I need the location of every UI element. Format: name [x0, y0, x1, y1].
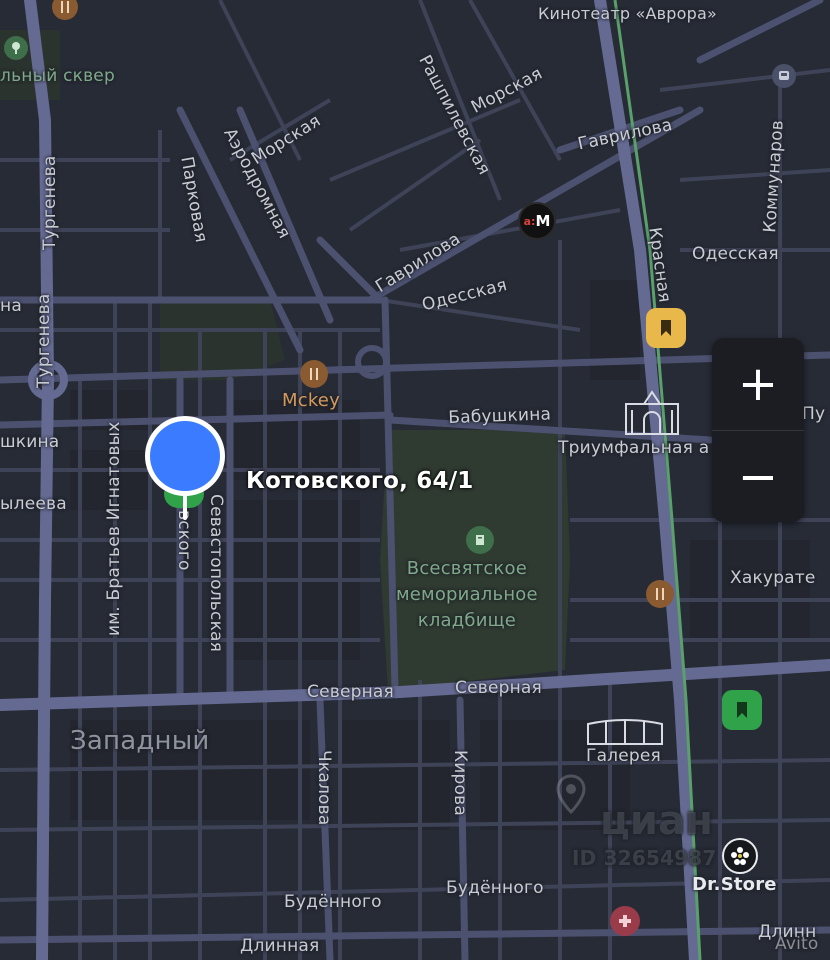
- label-dlinnaya-1: Длинная: [240, 936, 320, 956]
- label-kirova: Кирова: [450, 750, 470, 816]
- metro-badge-icon[interactable]: a: М: [518, 202, 556, 240]
- label-severnaya-2: Северная: [455, 678, 542, 698]
- label-pu: Пу: [802, 404, 826, 424]
- restaurant-icon-khakurate[interactable]: [646, 580, 674, 608]
- bookmark-yellow-icon[interactable]: [646, 308, 686, 348]
- watermark-avito: Avito: [775, 934, 819, 954]
- label-skver: льный сквер: [0, 66, 115, 86]
- pharmacy-icon[interactable]: [610, 906, 640, 936]
- label-severnaya-1: Северная: [307, 682, 394, 702]
- watermark-cian-brand: циан: [600, 798, 714, 844]
- memorial-book-icon[interactable]: [466, 526, 494, 554]
- dr-store-flower-icon[interactable]: [722, 838, 758, 874]
- watermark-cian-id: ID 32654987: [572, 846, 717, 870]
- label-galereya: Галерея: [586, 746, 661, 766]
- label-khakurate: Хакурате: [730, 568, 816, 588]
- park-tree-icon[interactable]: [4, 36, 28, 60]
- label-budennogo-2: Будённого: [446, 878, 544, 898]
- label-chkalova: Чкалова: [314, 750, 334, 826]
- label-na-left: на: [0, 296, 22, 316]
- label-babushkina: Бабушкина: [448, 404, 552, 428]
- zoom-in-button[interactable]: +: [712, 338, 804, 430]
- gallery-mall-icon[interactable]: [586, 716, 664, 746]
- label-kinoteatr-avrora: Кинотеатр «Аврора»: [538, 4, 717, 23]
- label-yleeva: ылеева: [0, 494, 67, 514]
- label-ignatovykh: им. Братьев Игнатовых: [104, 421, 124, 636]
- label-turgeneva-mid: Тургенева: [34, 293, 54, 388]
- triumphal-arch-icon[interactable]: [620, 390, 684, 438]
- zoom-out-button[interactable]: −: [712, 431, 804, 522]
- cian-watermark-pin-icon: [556, 774, 586, 814]
- label-triumfalnaya: Триумфальная а: [558, 438, 710, 458]
- zoom-control: + −: [712, 338, 804, 522]
- label-babushkina-left: шкина: [0, 432, 60, 452]
- label-odesskaya-2: Одесская: [692, 244, 779, 264]
- location-pin-icon[interactable]: [142, 414, 228, 522]
- bookmark-green-icon[interactable]: [722, 690, 762, 730]
- label-cemetery[interactable]: Всесвятское мемориальное кладбище: [396, 556, 538, 634]
- map-canvas[interactable]: Кинотеатр «Аврора» льный сквер Тургенева…: [0, 0, 830, 960]
- restaurant-icon-mckey[interactable]: [300, 360, 328, 388]
- selected-address-label: Котовского, 64/1: [246, 468, 474, 494]
- label-budennogo-1: Будённого: [284, 892, 382, 912]
- label-mckey[interactable]: Mckey: [282, 390, 340, 411]
- metro-badge-label: М: [535, 212, 551, 230]
- label-turgeneva-top: Тургенева: [40, 155, 60, 250]
- label-dr-store[interactable]: Dr.Store: [692, 874, 777, 895]
- bus-stop-icon[interactable]: [772, 64, 796, 88]
- label-district-zapadny: Западный: [70, 726, 210, 756]
